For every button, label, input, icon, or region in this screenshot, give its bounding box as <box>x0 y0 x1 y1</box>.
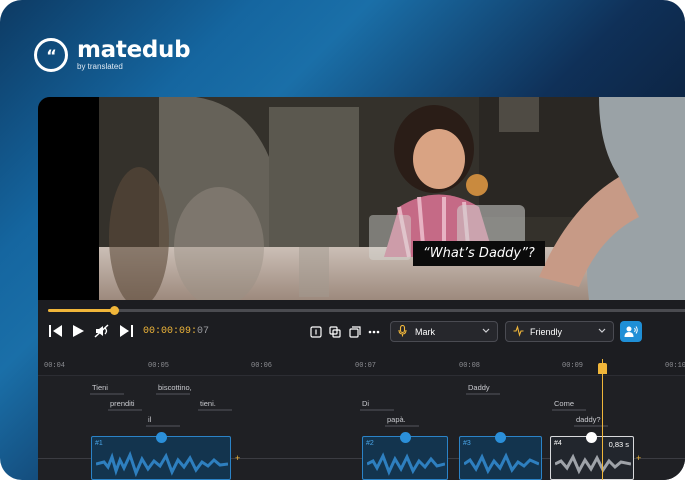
microphone-icon <box>398 325 407 337</box>
transcript-word[interactable]: Tieni <box>90 383 124 395</box>
brand-tagline: by translated <box>77 61 123 71</box>
playback-progress-fill <box>48 309 115 312</box>
clip-waveform <box>555 453 631 475</box>
brand-text: matedub by translated <box>77 36 191 72</box>
timecode-frames: 07 <box>197 326 210 337</box>
add-clip-icon[interactable]: + <box>636 454 643 463</box>
clip-play-icon[interactable] <box>156 432 167 443</box>
clip-play-icon[interactable] <box>495 432 506 443</box>
overlap-icon[interactable] <box>329 326 341 338</box>
timeline-ruler[interactable]: 00:04 00:05 00:06 00:07 00:08 00:09 00:1… <box>38 359 685 376</box>
quote-logo-icon: “ <box>34 38 68 72</box>
transcript-word[interactable]: prenditi <box>108 399 142 411</box>
transcript-word[interactable]: Daddy <box>466 383 500 395</box>
audio-clip[interactable]: #3 <box>459 432 542 480</box>
timecode-main: 00:00:09: <box>143 326 198 337</box>
skip-back-icon[interactable] <box>48 324 64 338</box>
voice-speaker-button[interactable] <box>620 321 642 342</box>
transcript-word[interactable]: Come <box>551 399 587 411</box>
brand-logo: “ matedub by translated <box>34 36 191 72</box>
clip-play-icon[interactable] <box>586 432 597 443</box>
video-preview[interactable]: “What’s Daddy”? <box>38 97 685 300</box>
playback-progress-bar[interactable] <box>48 306 685 315</box>
video-subtitle: “What’s Daddy”? <box>413 241 545 266</box>
voice-selector-dropdown[interactable]: Mark <box>390 321 498 342</box>
timeline-playhead[interactable] <box>602 359 603 480</box>
play-icon[interactable] <box>71 324 85 338</box>
transcript-word[interactable]: papà. <box>385 415 419 427</box>
video-frame <box>99 97 685 300</box>
clip-waveform <box>464 452 539 475</box>
mute-original-audio-icon[interactable] <box>94 324 110 338</box>
chevron-down-icon <box>598 328 606 333</box>
skip-forward-icon[interactable] <box>118 324 134 338</box>
promo-card: “ matedub by translated “What’s Daddy”? … <box>0 0 685 480</box>
transcript-word[interactable]: Di <box>359 399 395 411</box>
brand-name: matedub <box>77 36 191 63</box>
clip-duration: 0,83 s <box>608 440 629 449</box>
clip-label: #3 <box>463 440 471 447</box>
tone-selector-label: Friendly <box>530 327 563 337</box>
playhead-handle[interactable] <box>598 363 607 374</box>
speaker-voice-icon <box>624 326 638 337</box>
clip-label: #1 <box>95 440 103 447</box>
ruler-tick: 00:04 <box>44 362 66 370</box>
tone-selector-dropdown[interactable]: Friendly <box>505 321 614 342</box>
transcript-word[interactable]: biscottino, <box>156 383 192 395</box>
ruler-tick: 00:05 <box>148 362 170 370</box>
clip-label: #2 <box>366 440 374 447</box>
voice-selector-label: Mark <box>415 327 435 337</box>
transcript-word[interactable]: daddy? <box>574 415 608 427</box>
duplicate-icon[interactable] <box>349 326 361 338</box>
audio-clip-selected[interactable]: #4 0,83 s <box>550 432 634 480</box>
audio-clip[interactable]: #1 <box>91 432 231 480</box>
audio-clip[interactable]: #2 <box>362 432 448 480</box>
add-clip-icon[interactable]: + <box>235 454 242 463</box>
player-controls: 00:00:09:07 Mark Friendly <box>38 319 685 345</box>
playback-scrubber-handle[interactable] <box>110 306 120 315</box>
clip-waveform <box>96 451 228 477</box>
transcript-word[interactable]: il <box>145 415 184 427</box>
ruler-tick: 00:06 <box>251 362 273 370</box>
waveform-icon <box>513 325 524 337</box>
video-scene-image <box>99 97 685 300</box>
chevron-down-icon <box>482 328 490 333</box>
ruler-tick: 00:10 <box>665 362 685 370</box>
clip-waveform <box>367 452 445 476</box>
ruler-tick: 00:09 <box>562 362 584 370</box>
dubbing-editor-window: “What’s Daddy”? 00:00:09:07 Mark Friendl… <box>38 97 685 480</box>
ruler-tick: 00:07 <box>355 362 377 370</box>
more-options-icon[interactable] <box>368 330 380 334</box>
timeline-tracks[interactable]: Tieni biscottino, prenditi tieni. il Di … <box>38 376 685 480</box>
subtitle-toggle-icon[interactable] <box>310 326 322 338</box>
clip-play-icon[interactable] <box>400 432 411 443</box>
ruler-tick: 00:08 <box>459 362 481 370</box>
transcript-word[interactable]: tieni. <box>198 399 232 411</box>
timecode-display: 00:00:09:07 <box>143 326 209 337</box>
clip-label: #4 <box>554 440 562 447</box>
